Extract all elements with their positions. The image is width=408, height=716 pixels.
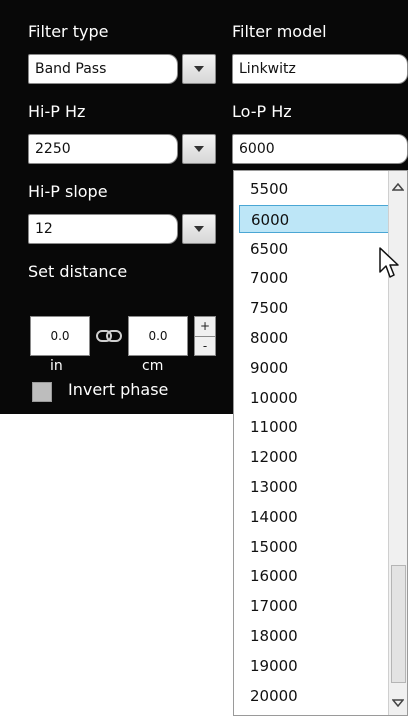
hip-slope-value[interactable]: 12 <box>28 214 178 244</box>
hip-slope-combo[interactable]: 12 <box>28 214 216 244</box>
dropdown-option[interactable]: 6500 <box>239 235 389 263</box>
link-icon[interactable] <box>95 329 125 343</box>
dropdown-option[interactable]: 5500 <box>239 175 389 203</box>
chevron-up-icon <box>392 183 404 191</box>
filter-type-label: Filter type <box>28 22 109 41</box>
scroll-thumb[interactable] <box>391 565 406 683</box>
filter-model-combo[interactable]: Linkwitz <box>232 54 408 84</box>
filter-type-value[interactable]: Band Pass <box>28 54 178 84</box>
filter-type-combo[interactable]: Band Pass <box>28 54 216 84</box>
filter-model-label: Filter model <box>232 22 327 41</box>
hip-hz-combo[interactable]: 2250 <box>28 134 216 164</box>
hip-slope-dropdown-button[interactable] <box>182 214 216 244</box>
chevron-down-icon <box>194 146 204 152</box>
lop-hz-label: Lo-P Hz <box>232 102 292 121</box>
scroll-down-button[interactable] <box>389 693 407 713</box>
distance-in-input[interactable]: 0.0 <box>30 316 90 356</box>
filter-type-dropdown-button[interactable] <box>182 54 216 84</box>
dropdown-option-selected[interactable]: 6000 <box>239 204 389 233</box>
chevron-down-icon <box>194 226 204 232</box>
lop-hz-value[interactable]: 6000 <box>232 134 408 164</box>
distance-stepper[interactable]: + - <box>194 316 216 356</box>
dropdown-option[interactable]: 8000 <box>239 324 389 352</box>
decrement-button[interactable]: - <box>195 336 215 356</box>
lop-hz-combo[interactable]: 6000 <box>232 134 408 164</box>
set-distance-label: Set distance <box>28 262 128 281</box>
invert-phase-label: Invert phase <box>68 380 169 399</box>
dropdown-option[interactable]: 19000 <box>239 652 389 680</box>
distance-cm-input[interactable]: 0.0 <box>128 316 188 356</box>
dropdown-option[interactable]: 18000 <box>239 622 389 650</box>
dropdown-option[interactable]: 16000 <box>239 562 389 590</box>
hip-hz-dropdown-button[interactable] <box>182 134 216 164</box>
dropdown-option[interactable]: 15000 <box>239 533 389 561</box>
invert-phase-checkbox[interactable] <box>32 382 52 402</box>
dropdown-option[interactable]: 13000 <box>239 473 389 501</box>
dropdown-option[interactable]: 11000 <box>239 413 389 441</box>
filter-model-value[interactable]: Linkwitz <box>232 54 408 84</box>
chevron-down-icon <box>194 66 204 72</box>
hip-hz-label: Hi-P Hz <box>28 102 86 121</box>
increment-button[interactable]: + <box>195 317 215 336</box>
hip-hz-value[interactable]: 2250 <box>28 134 178 164</box>
hip-slope-label: Hi-P slope <box>28 182 108 201</box>
dropdown-option[interactable]: 12000 <box>239 443 389 471</box>
dropdown-option[interactable]: 17000 <box>239 592 389 620</box>
pointer-cursor-icon <box>379 247 399 278</box>
dropdown-option[interactable]: 9000 <box>239 354 389 382</box>
inch-unit-label: in <box>50 358 63 374</box>
dropdown-option[interactable]: 20000 <box>239 682 389 710</box>
chevron-down-icon <box>392 699 404 707</box>
dropdown-option[interactable]: 14000 <box>239 503 389 531</box>
dropdown-option[interactable]: 7000 <box>239 264 389 292</box>
dropdown-option[interactable]: 7500 <box>239 294 389 322</box>
cm-unit-label: cm <box>142 358 164 374</box>
dropdown-option[interactable]: 10000 <box>239 384 389 412</box>
scroll-up-button[interactable] <box>389 175 407 199</box>
